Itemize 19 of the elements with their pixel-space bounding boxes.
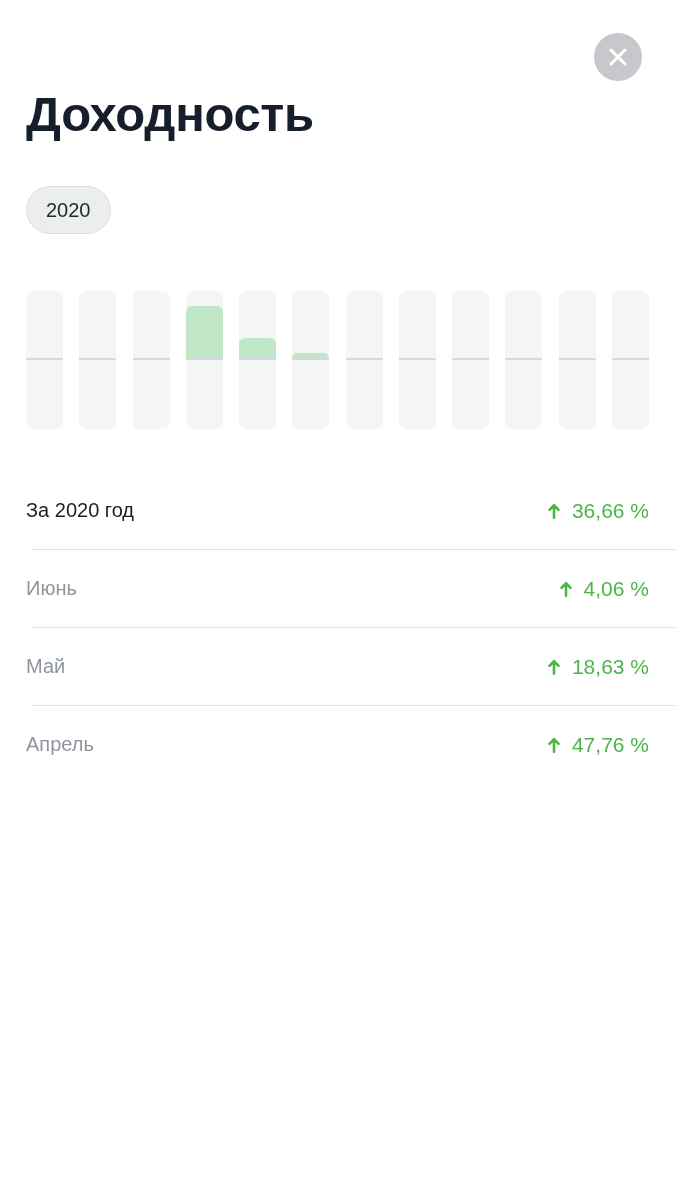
page-title: Доходность — [26, 86, 315, 143]
chart-bar — [292, 353, 330, 358]
close-icon — [609, 48, 627, 66]
chart-bar — [239, 338, 277, 358]
return-value: 4,06 % — [583, 576, 649, 601]
period-label: Июнь — [26, 577, 77, 600]
period-label: За 2020 год — [26, 499, 135, 522]
close-button[interactable] — [594, 33, 642, 81]
return-value: 47,76 % — [571, 732, 649, 757]
year-chip[interactable]: 2020 — [26, 186, 111, 234]
arrow-up-icon — [559, 580, 572, 597]
arrow-up-icon — [547, 736, 560, 753]
return-value: 36,66 % — [571, 498, 649, 523]
period-label: Апрель — [26, 733, 94, 756]
arrow-up-icon — [547, 658, 560, 675]
period-label: Май — [26, 655, 66, 678]
return-value: 18,63 % — [571, 654, 649, 679]
chart-bar — [185, 306, 223, 358]
arrow-up-icon — [547, 502, 560, 519]
